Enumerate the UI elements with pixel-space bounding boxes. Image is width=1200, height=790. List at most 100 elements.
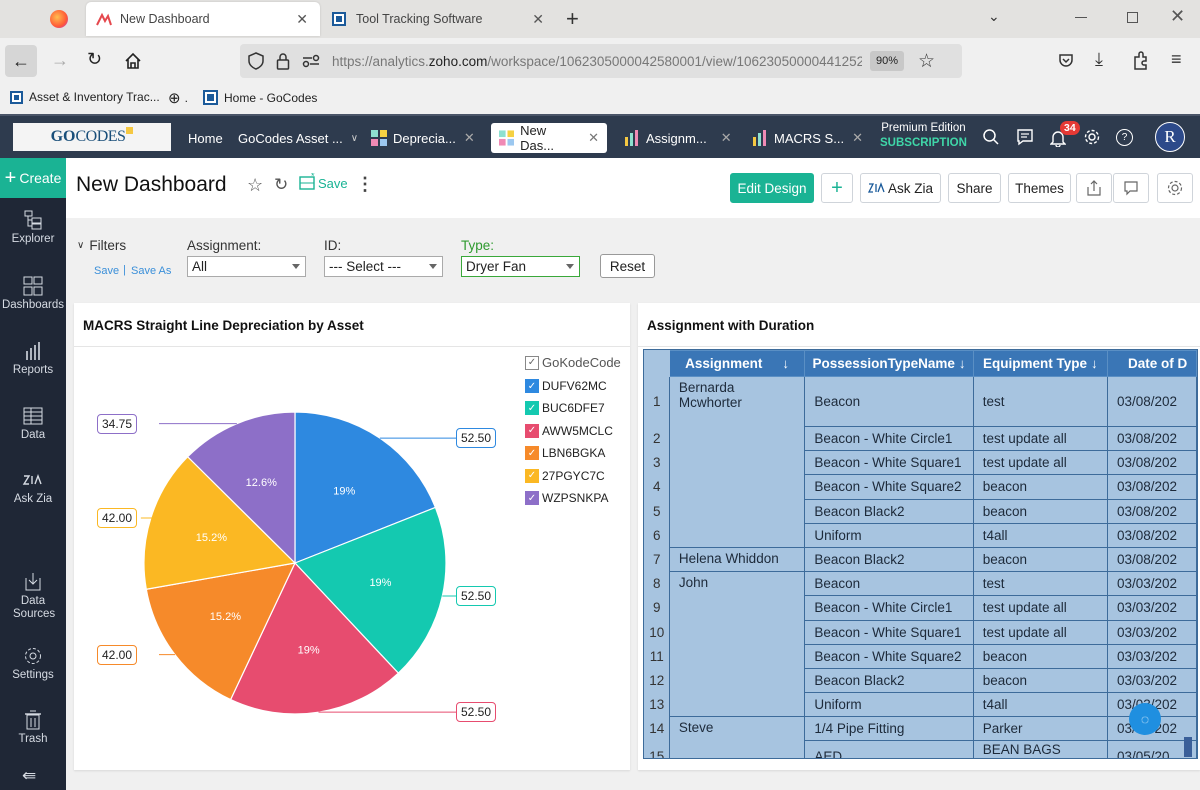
edition-info[interactable]: Premium Edition SUBSCRIPTION: [880, 121, 967, 151]
shield-icon[interactable]: [248, 52, 264, 70]
share-button[interactable]: Share: [948, 173, 1001, 203]
legend-checkbox-icon[interactable]: ✓: [525, 379, 539, 393]
notification-badge[interactable]: 34: [1060, 121, 1080, 135]
close-tab-icon[interactable]: ✕: [464, 130, 475, 146]
filters-save-as-link[interactable]: Save As: [131, 265, 171, 277]
firefox-icon[interactable]: [50, 10, 68, 28]
bookmark-globe[interactable]: ⊕ .: [168, 89, 188, 107]
column-header-possession-type[interactable]: PossessionTypeName ↓: [804, 350, 974, 377]
forward-icon[interactable]: →: [51, 50, 69, 71]
collapse-sidebar-icon[interactable]: ⇚: [22, 766, 36, 786]
legend-checkbox-icon[interactable]: ✓: [525, 446, 539, 461]
menu-icon[interactable]: ≡: [1171, 49, 1182, 70]
legend-item[interactable]: ✓ BUC6DFE7: [525, 401, 605, 416]
table-row[interactable]: 8 John Beacon test 03/03/202: [644, 571, 1197, 718]
legend-title[interactable]: ✓ GoKodeCode: [525, 355, 621, 370]
sidebar-item-settings[interactable]: Settings: [0, 646, 66, 681]
sidebar-item-dashboards[interactable]: Dashboards: [0, 276, 66, 311]
help-icon[interactable]: ?: [1116, 129, 1133, 146]
type-filter-select[interactable]: Dryer Fan: [461, 256, 580, 277]
comments-icon[interactable]: [1016, 128, 1034, 146]
subscription-link[interactable]: SUBSCRIPTION: [880, 136, 967, 151]
sidebar-item-reports[interactable]: Reports: [0, 341, 66, 376]
bookmark-star-icon[interactable]: ☆: [918, 50, 935, 73]
close-tab-icon[interactable]: ✕: [852, 130, 863, 146]
filters-toggle[interactable]: ∨ Filters: [77, 238, 126, 253]
legend-item[interactable]: ✓ LBN6BGKA: [525, 446, 605, 461]
reset-button[interactable]: Reset: [600, 254, 655, 278]
export-button[interactable]: [1076, 173, 1112, 203]
more-options-icon[interactable]: ⋮: [356, 174, 374, 195]
close-tab-icon[interactable]: ✕: [532, 11, 544, 28]
table-row[interactable]: 7 Helena Whiddon Beacon Black2 beacon 03/08/…: [644, 546, 1197, 573]
gocodes-logo[interactable]: GO CODES: [13, 123, 171, 151]
legend-checkbox-icon[interactable]: ✓: [525, 468, 539, 483]
legend-item[interactable]: ✓ AWW5MCLC: [525, 423, 613, 438]
sidebar-item-explorer[interactable]: Explorer: [0, 210, 66, 245]
browser-tab-new-dashboard[interactable]: New Dashboard ✕: [86, 2, 320, 36]
zoom-level[interactable]: 90%: [870, 51, 905, 71]
id-filter-select[interactable]: --- Select ---: [324, 256, 443, 277]
url-bar[interactable]: https://analytics.zoho.com/workspace/106…: [240, 44, 962, 78]
avatar[interactable]: R: [1155, 122, 1185, 152]
edit-design-button[interactable]: Edit Design: [730, 173, 814, 203]
back-icon[interactable]: ←: [5, 45, 37, 77]
column-header-date[interactable]: Date of D: [1106, 350, 1197, 377]
table-row[interactable]: 14Steve1/4 Pipe FittingParker03/05/202: [644, 716, 1197, 758]
checkbox-icon[interactable]: ✓: [525, 355, 539, 370]
browser-tab-tool-tracking[interactable]: Tool Tracking Software ✕: [322, 2, 556, 36]
column-header-assignment[interactable]: Assignment ↓: [668, 350, 806, 377]
legend-item[interactable]: ✓ DUFV62MC: [525, 379, 607, 393]
minimize-icon[interactable]: [1075, 17, 1087, 18]
sidebar-item-data-sources[interactable]: Data Sources: [0, 572, 66, 621]
search-icon[interactable]: [982, 128, 1000, 146]
legend-item[interactable]: ✓ WZPSNKPA: [525, 491, 608, 505]
lock-icon[interactable]: [276, 52, 290, 70]
new-tab-icon[interactable]: +: [566, 6, 579, 32]
maximize-icon[interactable]: [1127, 12, 1138, 23]
downloads-icon[interactable]: ⤓: [1095, 49, 1103, 70]
ask-zia-button[interactable]: Ask Zia: [860, 173, 941, 203]
comment-button[interactable]: [1113, 173, 1149, 203]
app-tab-depreciation[interactable]: Deprecia... ✕: [371, 123, 475, 153]
legend-checkbox-icon[interactable]: ✓: [525, 491, 539, 505]
gear-icon[interactable]: [1083, 128, 1101, 146]
create-button[interactable]: + Create: [0, 158, 66, 198]
sort-arrow-icon[interactable]: ↓: [959, 356, 966, 371]
app-tab-assignment[interactable]: Assignm... ✕: [624, 123, 732, 153]
nav-home[interactable]: Home: [188, 123, 223, 153]
url-text[interactable]: https://analytics.zoho.com/workspace/106…: [332, 54, 862, 69]
sort-arrow-icon[interactable]: ↓: [1091, 356, 1098, 371]
close-window-icon[interactable]: ✕: [1170, 6, 1185, 27]
pocket-icon[interactable]: [1058, 53, 1074, 69]
close-tab-icon[interactable]: ✕: [721, 130, 732, 146]
themes-button[interactable]: Themes: [1008, 173, 1071, 203]
legend-checkbox-icon[interactable]: ✓: [525, 401, 539, 416]
sidebar-item-trash[interactable]: Trash: [0, 710, 66, 745]
list-tabs-icon[interactable]: ⌄: [988, 8, 1000, 25]
reload-icon[interactable]: ↻: [87, 49, 102, 70]
app-tab-new-dashboard[interactable]: New Das... ✕: [491, 123, 607, 153]
favorite-star-icon[interactable]: ☆: [247, 175, 263, 196]
home-icon[interactable]: [124, 52, 142, 70]
sidebar-item-ask-zia[interactable]: Ask Zia: [0, 472, 66, 505]
assignment-filter-select[interactable]: All: [187, 256, 306, 277]
sort-arrow-icon[interactable]: ↓: [782, 356, 789, 371]
extensions-icon[interactable]: [1132, 51, 1150, 71]
close-tab-icon[interactable]: ✕: [588, 130, 599, 146]
dashboard-settings-button[interactable]: [1157, 173, 1193, 203]
refresh-icon[interactable]: ↻: [274, 175, 288, 195]
close-tab-icon[interactable]: ✕: [296, 11, 308, 28]
legend-checkbox-icon[interactable]: ✓: [525, 423, 539, 438]
save-button[interactable]: * Save: [299, 173, 348, 191]
sidebar-item-data[interactable]: Data: [0, 406, 66, 441]
app-tab-macrs[interactable]: MACRS S... ✕: [752, 123, 863, 153]
chat-support-icon[interactable]: ◌: [1129, 703, 1161, 735]
nav-workspace-dropdown[interactable]: GoCodes Asset ... ∨: [238, 123, 358, 153]
table-row[interactable]: 1 Bernarda Mcwhorter Beacon test 03/08/202: [644, 376, 1197, 548]
filters-save-link[interactable]: Save: [94, 265, 119, 277]
horizontal-scrollbar-thumb[interactable]: [1184, 737, 1192, 757]
column-header-equipment-type[interactable]: Equipment Type ↓: [972, 350, 1108, 377]
bookmark-home-gocodes[interactable]: Home - GoCodes: [203, 90, 317, 105]
permissions-icon[interactable]: [302, 54, 320, 68]
